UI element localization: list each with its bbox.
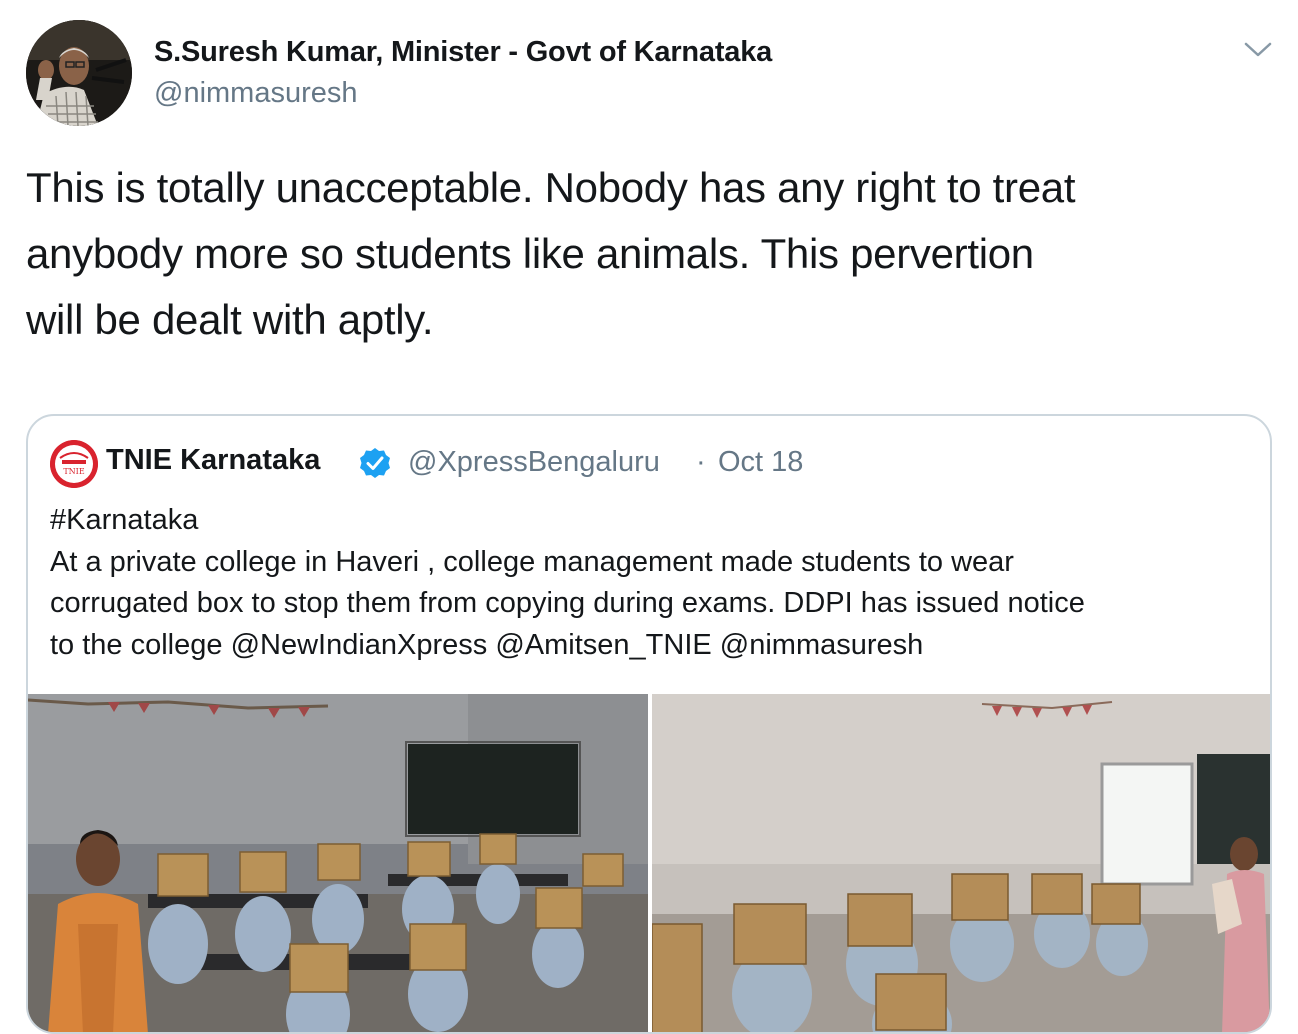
chevron-down-icon[interactable] — [1240, 36, 1276, 62]
quoted-text-line: corrugated box to stop them from copying… — [50, 587, 1085, 619]
tweet-text-line: anybody more so students like animals. T… — [26, 230, 1034, 277]
author-handle[interactable]: @nimmasuresh — [154, 77, 358, 110]
hashtag-link[interactable]: #Karnataka — [50, 500, 1260, 542]
classroom-photo-right[interactable] — [652, 694, 1270, 1032]
tweet-text-line: will be dealt with aptly. — [26, 296, 434, 343]
tweet-text-line: This is totally unacceptable. Nobody has… — [26, 164, 1076, 211]
quoted-tweet-date[interactable]: Oct 18 — [718, 446, 803, 479]
quoted-text-line: to the college @NewIndianXpress @Amitsen… — [50, 628, 924, 661]
media-grid — [28, 694, 1270, 1032]
meta-separator: · — [696, 446, 706, 478]
classroom-photo-left[interactable] — [28, 694, 648, 1032]
quoted-author-handle[interactable]: @XpressBengaluru — [408, 446, 660, 479]
author-avatar[interactable] — [26, 20, 132, 126]
quoted-tweet[interactable]: TNIE TNIE Karnataka @XpressBengaluru · O… — [26, 414, 1272, 1034]
verified-badge-icon — [358, 446, 392, 480]
quoted-author-name[interactable]: TNIE Karnataka — [106, 444, 320, 477]
quoted-text-line: At a private college in Haveri , college… — [50, 545, 1014, 578]
author-name[interactable]: S.Suresh Kumar, Minister - Govt of Karna… — [154, 36, 772, 69]
quoted-avatar-logo-text: TNIE — [63, 467, 84, 476]
quoted-author-avatar[interactable]: TNIE — [50, 440, 98, 488]
tweet-text: This is totally unacceptable. Nobody has… — [26, 155, 1276, 353]
quoted-tweet-text: #Karnataka At a private college in Haver… — [50, 500, 1260, 666]
tweet: S.Suresh Kumar, Minister - Govt of Karna… — [0, 0, 1298, 1034]
